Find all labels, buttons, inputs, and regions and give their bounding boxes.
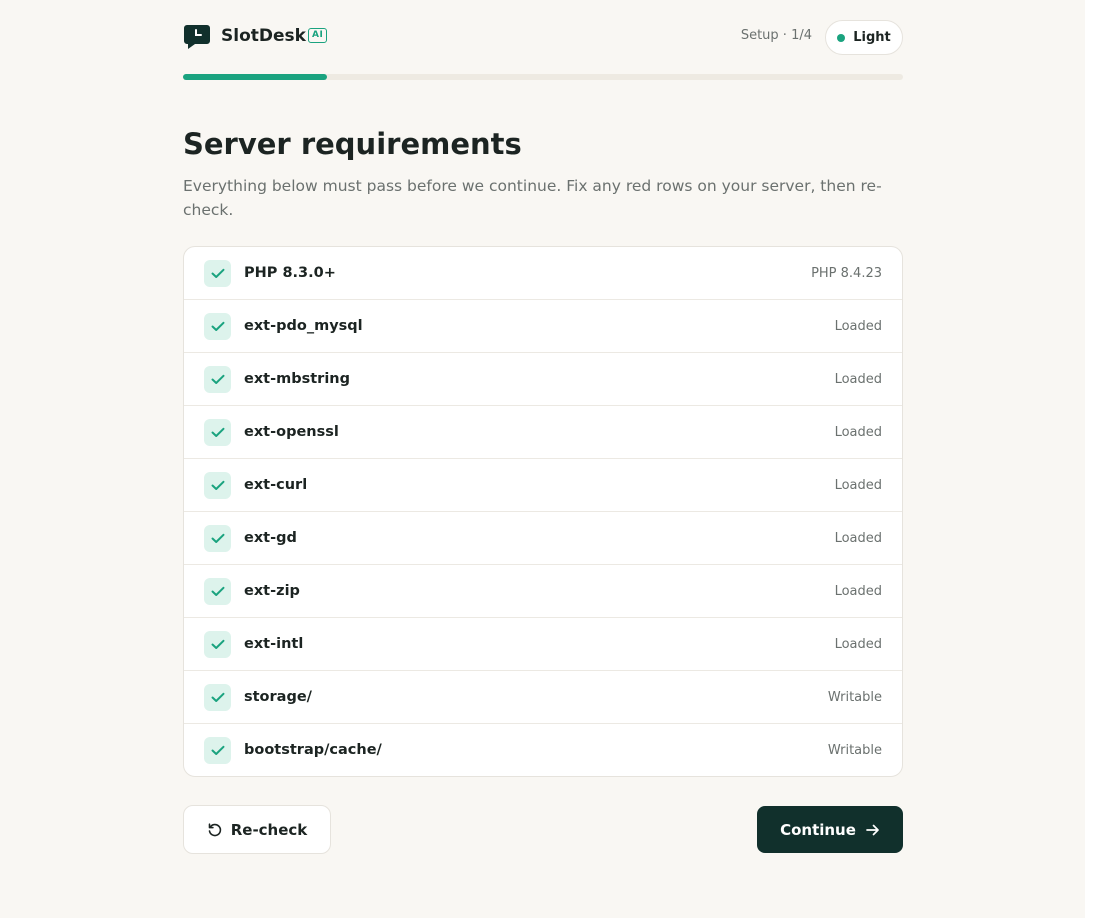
arrow-right-icon [866, 824, 879, 835]
requirement-row: bootstrap/cache/Writable [184, 723, 902, 776]
requirement-label: ext-gd [244, 530, 297, 546]
requirement-row: ext-openssl Loaded [184, 405, 902, 458]
requirement-label: ext-mbstring [244, 371, 351, 387]
requirement-row: ext-curl Loaded [184, 458, 902, 511]
continue-button[interactable]: Continue [757, 806, 903, 853]
requirement-status: Loaded [834, 371, 882, 387]
check-icon [204, 683, 231, 711]
requirement-label: ext-openssl [244, 424, 339, 440]
check-icon [204, 630, 231, 658]
check-icon [204, 365, 231, 393]
scrollbar-track[interactable] [1085, 0, 1100, 918]
requirement-label: ext-curl [244, 477, 308, 493]
requirement-status: Loaded [834, 636, 882, 652]
requirements-list: PHP 8.3.0+ PHP 8.4.23 ext-pdo_mysql Loaded e… [183, 246, 903, 777]
ai-badge: AI [308, 28, 328, 43]
setup-progress-fill [183, 74, 327, 80]
page-title: Server requirements [183, 127, 522, 161]
check-icon [204, 736, 231, 764]
requirement-status: Loaded [834, 583, 882, 599]
page-subtitle: Everything below must pass before we con… [183, 177, 882, 219]
check-icon [204, 577, 231, 605]
requirement-row: PHP 8.3.0+ PHP 8.4.23 [184, 247, 902, 299]
check-icon [204, 259, 231, 287]
header: SlotDesk AI Setup · 1/4 Light [183, 0, 903, 74]
requirement-label: ext-zip [244, 583, 300, 599]
check-icon [204, 524, 231, 552]
setup-wizard: SlotDesk AI Setup · 1/4 Light Server req… [183, 0, 903, 854]
setup-step-indicator: Setup · 1/4 [740, 28, 812, 43]
requirement-status: Loaded [834, 424, 882, 440]
requirement-row: ext-intl Loaded [184, 617, 902, 670]
refresh-icon [208, 822, 221, 836]
theme-dot-icon [837, 33, 846, 42]
requirement-status: Loaded [834, 477, 882, 493]
theme-toggle-button[interactable]: Light [825, 20, 903, 55]
requirement-status: Writable [827, 742, 882, 758]
continue-label: Continue [780, 820, 856, 839]
requirement-status: PHP 8.4.23 [811, 265, 882, 281]
requirement-row: ext-zip Loaded [184, 564, 902, 617]
requirement-label: PHP 8.3.0+ [244, 265, 336, 281]
requirement-status: Loaded [834, 318, 882, 334]
brand-name: SlotDesk [221, 26, 306, 46]
requirement-status: Loaded [834, 530, 882, 546]
check-icon [204, 312, 231, 340]
requirement-row: ext-gd Loaded [184, 511, 902, 564]
requirement-label: bootstrap/cache/ [244, 742, 382, 758]
setup-progress-bar [183, 74, 903, 80]
chat-clock-logo-icon [184, 25, 210, 49]
recheck-label: Re-check [230, 820, 308, 839]
requirement-label: ext-intl [244, 636, 304, 652]
requirement-row: ext-pdo_mysql Loaded [184, 299, 902, 352]
requirement-label: storage/ [244, 689, 312, 705]
requirement-row: storage/Writable [184, 670, 902, 723]
requirement-status: Writable [827, 689, 882, 705]
requirement-label: ext-pdo_mysql [244, 318, 363, 334]
requirement-row: ext-mbstring Loaded [184, 352, 902, 405]
check-icon [204, 418, 231, 446]
check-icon [204, 471, 231, 499]
recheck-button[interactable]: Re-check [183, 805, 331, 854]
theme-label: Light [853, 30, 891, 45]
